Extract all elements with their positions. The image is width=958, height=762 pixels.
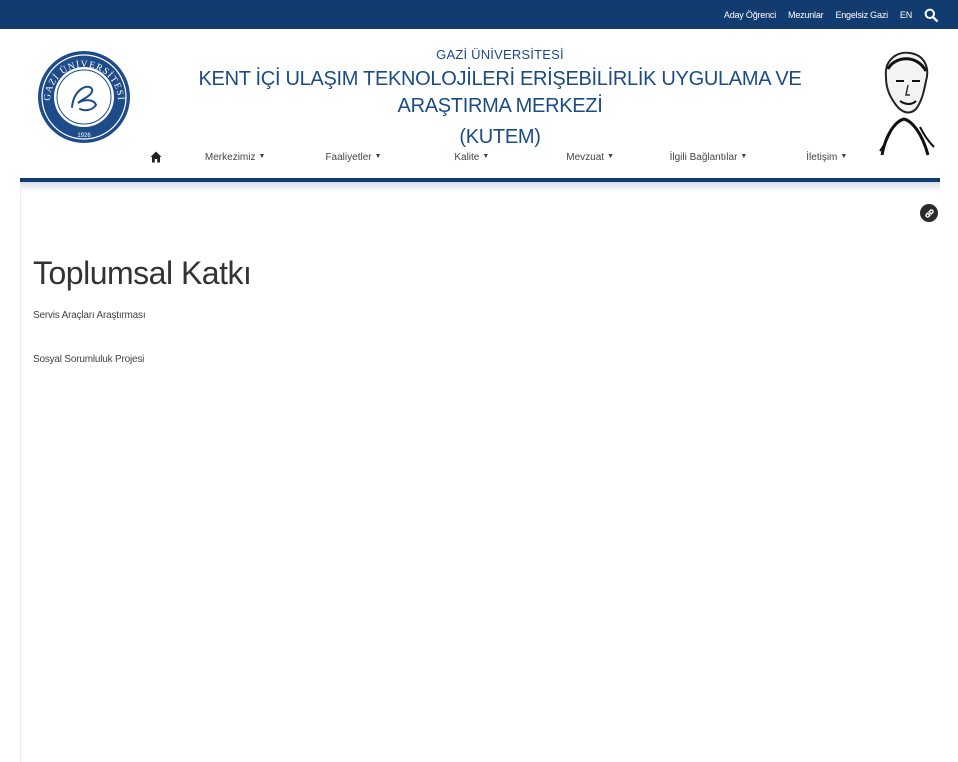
site-header: GAZİ ÜNİVERSİTESİ 1926 GAZİ ÜNİVERSİTESİ…	[20, 29, 940, 179]
list-item-sosyal-sorumluluk[interactable]: Sosyal Sorumluluk Projesi	[33, 354, 144, 365]
page-title: Toplumsal Katkı	[33, 255, 252, 292]
nav-item-merkezimiz[interactable]: Merkezimiz ▼	[176, 152, 294, 163]
caret-down-icon: ▼	[607, 153, 615, 161]
top-link-aday-ogrenci[interactable]: Aday Öğrenci	[724, 10, 776, 20]
caret-down-icon: ▼	[740, 153, 748, 161]
top-link-language[interactable]: EN	[900, 10, 912, 20]
main-content: Toplumsal Katkı Servis Araçları Araştırm…	[20, 190, 941, 762]
caret-down-icon: ▼	[258, 153, 266, 161]
top-bar: Aday Öğrenci Mezunlar Engelsiz Gazi EN	[0, 0, 958, 29]
logo-year: 1926	[77, 133, 91, 139]
university-name: GAZİ ÜNİVERSİTESİ	[436, 47, 564, 62]
top-link-engelsiz-gazi[interactable]: Engelsiz Gazi	[835, 10, 888, 20]
nav-label: Merkezimiz	[204, 151, 256, 163]
home-icon[interactable]	[150, 151, 162, 163]
center-name: KENT İÇİ ULAŞIM TEKNOLOJİLERİ ERİŞEBİLİR…	[198, 68, 802, 117]
nav-item-mevzuat[interactable]: Mevzuat ▼	[531, 152, 649, 163]
nav-label: Faaliyetler	[325, 151, 372, 163]
nav-label: Kalite	[454, 151, 480, 163]
nav-label: İletişim	[806, 151, 838, 163]
nav-item-faaliyetler[interactable]: Faaliyetler ▼	[294, 152, 412, 163]
caret-down-icon: ▼	[840, 153, 848, 161]
nav-home[interactable]	[136, 151, 176, 163]
nav-item-ilgili-baglantilar[interactable]: İlgili Bağlantılar ▼	[649, 152, 767, 163]
main-nav: Merkezimiz ▼ Faaliyetler ▼ Kalite ▼ Mevzuat…	[136, 146, 886, 168]
nav-item-iletisim[interactable]: İletişim ▼	[768, 152, 886, 163]
ataturk-portrait	[879, 51, 935, 156]
nav-label: Mevzuat	[566, 151, 605, 163]
nav-label: İlgili Bağlantılar	[669, 151, 738, 163]
top-link-mezunlar[interactable]: Mezunlar	[788, 10, 824, 20]
university-logo[interactable]: GAZİ ÜNİVERSİTESİ 1926	[36, 49, 132, 145]
header-titles: GAZİ ÜNİVERSİTESİ KENT İÇİ ULAŞIM TEKNOL…	[150, 47, 850, 151]
caret-down-icon: ▼	[374, 153, 382, 161]
caret-down-icon: ▼	[482, 153, 490, 161]
link-icon	[924, 208, 934, 218]
top-links: Aday Öğrenci Mezunlar Engelsiz Gazi EN	[724, 0, 938, 29]
list-item-servis-araclari[interactable]: Servis Araçları Araştırması	[33, 310, 146, 321]
copy-link-button[interactable]	[920, 204, 938, 222]
search-icon[interactable]	[924, 8, 938, 22]
nav-item-kalite[interactable]: Kalite ▼	[413, 152, 531, 163]
